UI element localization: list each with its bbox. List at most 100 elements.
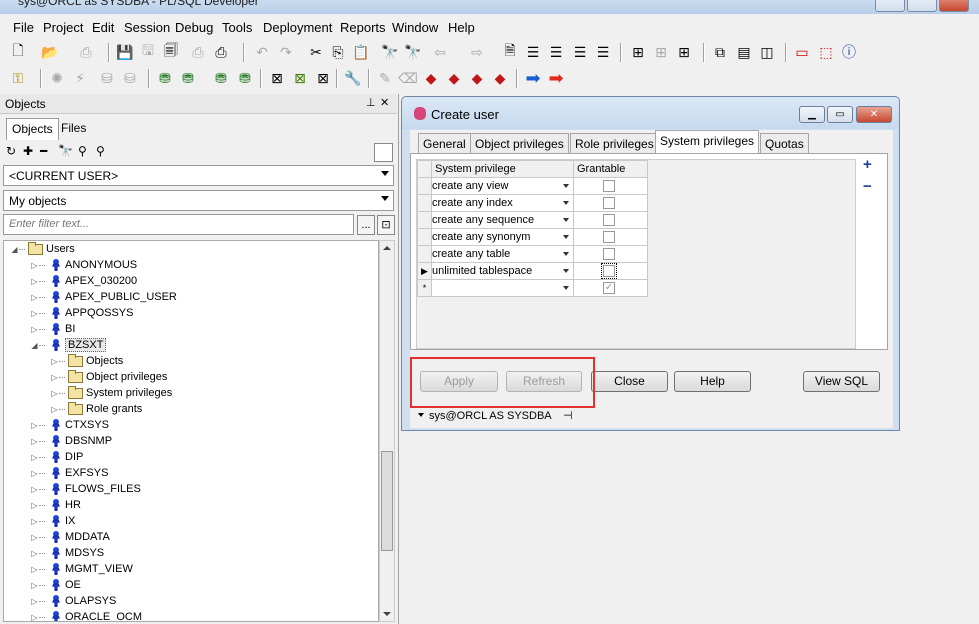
privilege-cell[interactable]: create any sequence xyxy=(431,211,574,229)
settings-icon[interactable]: ✺ xyxy=(47,68,67,88)
key-icon[interactable]: ⚿ xyxy=(8,68,28,88)
tree-node-users[interactable]: ◢ Users xyxy=(10,241,75,257)
filter-edit-icon[interactable]: ⚲ xyxy=(96,144,105,158)
arrow-right-red-icon[interactable]: ➡ xyxy=(546,68,566,88)
expand-icon[interactable]: ▷ xyxy=(30,501,39,510)
dropdown-arrow-icon[interactable] xyxy=(418,413,424,417)
cut-icon[interactable]: ✂ xyxy=(306,42,326,62)
row-header[interactable] xyxy=(417,228,432,246)
execute-plan-icon[interactable]: ⊞ xyxy=(628,42,648,62)
arrow-right-blue-icon[interactable]: ➡ xyxy=(523,68,543,88)
tree-user-item[interactable]: ▷ MGMT_VIEW xyxy=(30,561,133,577)
compile-icon[interactable]: ⊞ xyxy=(651,42,671,62)
add-row-icon[interactable]: + xyxy=(863,156,872,173)
save-as-icon[interactable]: 🖫 xyxy=(138,42,158,62)
menu-file[interactable]: File xyxy=(13,20,34,35)
tree-user-item[interactable]: ▷ CTXSYS xyxy=(30,417,109,433)
dropdown-arrow-icon[interactable] xyxy=(563,235,569,239)
grantable-checkbox[interactable]: ✓ xyxy=(603,282,615,294)
forward-icon[interactable]: ⇨ xyxy=(467,42,487,62)
expand-icon[interactable]: ▷ xyxy=(50,357,59,366)
pin-icon[interactable]: ⊥ xyxy=(366,96,376,109)
windows-icon[interactable]: ⧉ xyxy=(710,42,730,62)
expand-icon[interactable]: ▷ xyxy=(30,277,39,286)
bookmark-icon[interactable]: ◆ xyxy=(421,68,441,88)
tree-user-item[interactable]: ▷ ORACLE_OCM xyxy=(30,609,142,622)
save-icon[interactable]: 💾 xyxy=(115,42,135,62)
tree-user-item[interactable]: ▷ APEX_030200 xyxy=(30,273,137,289)
tree-user-item[interactable]: ▷ ANONYMOUS xyxy=(30,257,137,273)
tree-user-item[interactable]: ▷ MDSYS xyxy=(30,545,104,561)
toggle-square-button[interactable] xyxy=(374,143,393,162)
tab-general[interactable]: General xyxy=(418,133,471,154)
expand-icon[interactable]: ▷ xyxy=(30,581,39,590)
tree-user-item[interactable]: ▷ IX xyxy=(30,513,75,529)
tree-user-item[interactable]: ▷ BI xyxy=(30,321,75,337)
menu-session[interactable]: Session xyxy=(124,20,170,35)
column-header-privilege[interactable]: System privilege xyxy=(431,160,574,178)
collapse-icon[interactable]: ◢ xyxy=(30,341,39,350)
close-window-button[interactable] xyxy=(939,0,969,12)
add-icon[interactable]: ✚ xyxy=(23,144,33,158)
pin-icon[interactable]: ⊣ xyxy=(563,409,573,422)
privilege-cell[interactable]: unlimited tablespace xyxy=(431,262,574,280)
row-header[interactable] xyxy=(417,245,432,263)
report-icon[interactable]: ⊠ xyxy=(267,68,287,88)
tree-user-item[interactable]: ▷ OE xyxy=(30,577,81,593)
tree-user-item[interactable]: ▷ HR xyxy=(30,497,81,513)
print-setup-icon[interactable]: ⎙ xyxy=(211,42,231,62)
find-icon[interactable]: 🔭 xyxy=(380,42,400,62)
dialog-minimize-button[interactable]: ▁ xyxy=(799,106,825,123)
menu-tools[interactable]: Tools xyxy=(222,20,252,35)
redo-icon[interactable]: ↷ xyxy=(276,42,296,62)
tree-user-item[interactable]: ▷ EXFSYS xyxy=(30,465,108,481)
expand-icon[interactable]: ▷ xyxy=(30,597,39,606)
expand-icon[interactable]: ▷ xyxy=(30,453,39,462)
oracle-icon[interactable]: ▭ xyxy=(792,42,812,62)
privilege-cell[interactable]: create any synonym xyxy=(431,228,574,246)
dialog-close-button[interactable]: ✕ xyxy=(856,106,892,123)
dialog-maximize-button[interactable]: ▭ xyxy=(827,106,853,123)
row-header[interactable] xyxy=(417,211,432,229)
help-button[interactable]: Help xyxy=(674,371,751,392)
explain-plan-icon[interactable]: ⊠ xyxy=(290,68,310,88)
info-icon[interactable]: ⓘ xyxy=(839,42,859,62)
privilege-cell[interactable] xyxy=(431,279,574,297)
tree-user-item[interactable]: ▷ FLOWS_FILES xyxy=(30,481,141,497)
commit-icon[interactable]: ⛁ xyxy=(97,68,117,88)
find-icon[interactable]: 🔭 xyxy=(58,144,73,158)
menu-edit[interactable]: Edit xyxy=(92,20,114,35)
new-icon[interactable]: 🗋 xyxy=(8,42,28,62)
dropdown-arrow-icon[interactable] xyxy=(563,252,569,256)
expand-icon[interactable]: ▷ xyxy=(50,389,59,398)
expand-icon[interactable]: ▷ xyxy=(30,613,39,622)
tab-role-privileges[interactable]: Role privileges xyxy=(570,133,659,154)
tree-scrollbar[interactable] xyxy=(379,240,395,622)
object-tree[interactable]: ◢ Users ▷ ANONYMOUS ▷ APEX_030200 ▷ APEX_PUBLIC… xyxy=(3,240,379,622)
grantable-checkbox[interactable] xyxy=(603,231,615,243)
close-button[interactable]: Close xyxy=(591,371,668,392)
expand-icon[interactable]: ▷ xyxy=(30,533,39,542)
privilege-cell[interactable]: create any index xyxy=(431,194,574,212)
tab-objects[interactable]: Objects xyxy=(6,118,59,140)
dropdown-arrow-icon[interactable] xyxy=(563,286,569,290)
tab-quotas[interactable]: Quotas xyxy=(760,133,809,154)
expand-icon[interactable]: ▷ xyxy=(30,485,39,494)
tab-system-privileges[interactable]: System privileges xyxy=(655,130,760,155)
window-list-icon[interactable]: ▤ xyxy=(734,42,754,62)
menu-window[interactable]: Window xyxy=(392,20,438,35)
filter-input[interactable]: Enter filter text... xyxy=(3,214,354,235)
pdf-icon[interactable]: ⬚ xyxy=(816,42,836,62)
uncomment-icon[interactable]: ☰ xyxy=(593,42,613,62)
refresh-icon[interactable]: ↻ xyxy=(6,144,16,158)
privileges-grid[interactable]: System privilege Grantable create any vi… xyxy=(416,159,856,349)
beautify-icon[interactable]: ✎ xyxy=(375,68,395,88)
undo-icon[interactable]: ↶ xyxy=(252,42,272,62)
expand-icon[interactable]: ▷ xyxy=(30,261,39,270)
view-sql-button[interactable]: View SQL xyxy=(803,371,880,392)
scroll-down-icon[interactable] xyxy=(383,612,391,616)
tree-folder-item[interactable]: ▷ System privileges xyxy=(50,385,172,401)
scroll-up-icon[interactable] xyxy=(383,246,391,250)
expand-icon[interactable]: ▷ xyxy=(30,469,39,478)
menu-deployment[interactable]: Deployment xyxy=(263,20,332,35)
